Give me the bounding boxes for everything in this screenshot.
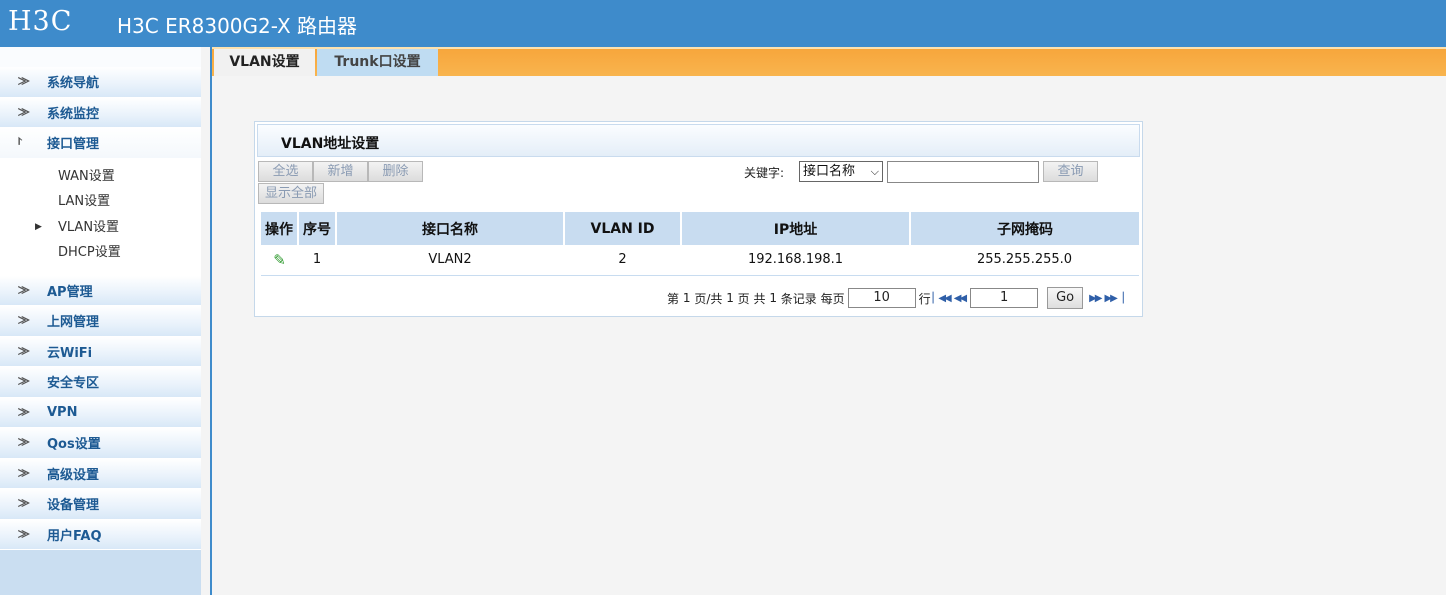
tab-trunk-settings[interactable]: Trunk口设置 <box>317 49 438 76</box>
sidebar-item-qos[interactable]: ⨠ Qos设置 <box>0 428 201 459</box>
keyword-input[interactable] <box>887 161 1039 183</box>
submenu-wan[interactable]: WAN设置 <box>0 164 201 190</box>
expand-arrows-icon: ⨠ <box>18 76 30 87</box>
col-header-index: 序号 <box>298 212 337 245</box>
sidebar-item-advanced[interactable]: ⨠ 高级设置 <box>0 458 201 489</box>
expand-arrows-icon: ⨠ <box>18 376 30 387</box>
sidebar-item-security[interactable]: ⨠ 安全专区 <box>0 367 201 398</box>
collapse-arrows-icon: ⨡ <box>18 137 22 148</box>
expand-arrows-icon: ⨠ <box>18 284 30 296</box>
sidebar-item-device-mgmt[interactable]: ⨠ 设备管理 <box>0 489 201 520</box>
expand-arrows-icon: ⨠ <box>18 345 30 357</box>
h3c-logo: H3C <box>8 6 73 37</box>
vlan-table: 操作 序号 接口名称 VLAN ID IP地址 子网掩码 ✎ 1 VLAN2 2… <box>261 212 1139 276</box>
sidebar-item-internet-mgmt[interactable]: ⨠ 上网管理 <box>0 306 201 337</box>
query-button[interactable]: 查询 <box>1043 161 1098 182</box>
go-button[interactable]: Go <box>1047 287 1084 309</box>
sidebar-top-gap <box>0 47 201 67</box>
col-header-subnet-mask: 子网掩码 <box>910 212 1139 245</box>
first-page-icon[interactable]: ▏◀◀ <box>933 293 952 304</box>
add-button[interactable]: 新增 <box>313 161 368 182</box>
select-all-button[interactable]: 全选 <box>258 161 313 182</box>
tab-vlan-settings[interactable]: VLAN设置 <box>214 49 315 76</box>
sidebar-item-system-nav[interactable]: ⨠ 系统导航 <box>0 67 201 98</box>
next-page-icon[interactable]: ▶▶ <box>1089 293 1102 304</box>
sidebar-item-interface-mgmt[interactable]: ⨡ 接口管理 <box>0 128 201 159</box>
sidebar: ⨠ 系统导航 ⨠ 系统监控 ⨡ 接口管理 WAN设置 LAN设置 ▶ VLAN设… <box>0 47 201 595</box>
keyword-label: 关键字: <box>744 166 785 180</box>
sidebar-item-ap-mgmt[interactable]: ⨠ AP管理 <box>0 275 201 306</box>
row-action-cell: ✎ <box>261 245 298 276</box>
interface-submenu: WAN设置 LAN设置 ▶ VLAN设置 DHCP设置 <box>0 158 201 276</box>
last-page-icon[interactable]: ▶▶▕ <box>1104 293 1123 304</box>
prev-page-icon[interactable]: ◀◀ <box>954 293 967 304</box>
panel-title: VLAN地址设置 <box>281 136 380 152</box>
sidebar-divider <box>210 47 212 595</box>
pagination: 第 1 页/共 1 页 共 1 条记录 每页 10 行 ▏◀◀ ◀◀ 1 Go … <box>667 287 1124 309</box>
submenu-vlan[interactable]: ▶ VLAN设置 <box>0 215 201 241</box>
total-records: 1 <box>769 291 777 305</box>
sidebar-item-cloud-wifi[interactable]: ⨠ 云WiFi <box>0 336 201 367</box>
submenu-lan[interactable]: LAN设置 <box>0 189 201 215</box>
chevron-down-icon: ⌵ <box>870 165 879 178</box>
sidebar-item-system-monitor[interactable]: ⨠ 系统监控 <box>0 97 201 128</box>
show-all-button[interactable]: 显示全部 <box>258 183 324 204</box>
col-header-interface-name: 接口名称 <box>336 212 565 245</box>
expand-arrows-icon: ⨠ <box>18 528 30 540</box>
expand-arrows-icon: ⨠ <box>18 106 30 118</box>
row-interface-name: VLAN2 <box>336 245 564 276</box>
top-header: H3C H3C ER8300G2-X 路由器 <box>0 0 1446 47</box>
expand-arrows-icon: ⨠ <box>18 467 30 479</box>
sidebar-item-user-faq[interactable]: ⨠ 用户FAQ <box>0 519 201 550</box>
row-index: 1 <box>298 245 336 276</box>
sidebar-item-vpn[interactable]: ⨠ VPN <box>0 397 201 428</box>
row-vlan-id: 2 <box>564 245 681 276</box>
goto-page-input[interactable]: 1 <box>970 288 1039 308</box>
keyword-field-select[interactable]: 接口名称 ⌵ <box>799 161 883 182</box>
pencil-edit-icon[interactable]: ✎ <box>273 251 286 269</box>
expand-arrows-icon: ⨠ <box>18 498 30 509</box>
submenu-dhcp[interactable]: DHCP设置 <box>0 240 201 266</box>
panel-header: VLAN地址设置 <box>257 124 1140 157</box>
table-row: ✎ 1 VLAN2 2 192.168.198.1 255.255.255.0 <box>261 245 1139 276</box>
expand-arrows-icon: ⨠ <box>18 315 30 326</box>
col-header-ip-address: IP地址 <box>681 212 911 245</box>
row-ip-address: 192.168.198.1 <box>681 245 910 276</box>
table-header-row: 操作 序号 接口名称 VLAN ID IP地址 子网掩码 <box>261 212 1139 245</box>
selected-arrow-icon: ▶ <box>35 221 42 232</box>
expand-arrows-icon: ⨠ <box>18 406 30 418</box>
current-page: 1 <box>682 291 691 305</box>
tab-bar: VLAN设置 Trunk口设置 <box>212 47 1446 76</box>
vlan-address-panel: VLAN地址设置 全选 新增 删除 显示全部 关键字: 接口名称 ⌵ 查询 操作… <box>254 121 1143 317</box>
row-subnet-mask: 255.255.255.0 <box>910 245 1139 276</box>
delete-button[interactable]: 删除 <box>368 161 423 182</box>
expand-arrows-icon: ⨠ <box>18 437 30 448</box>
col-header-action: 操作 <box>261 212 299 245</box>
col-header-vlan-id: VLAN ID <box>564 212 682 245</box>
app-title: H3C ER8300G2-X 路由器 <box>117 14 358 38</box>
per-page-input[interactable]: 10 <box>847 288 916 308</box>
total-pages: 1 <box>726 291 734 305</box>
